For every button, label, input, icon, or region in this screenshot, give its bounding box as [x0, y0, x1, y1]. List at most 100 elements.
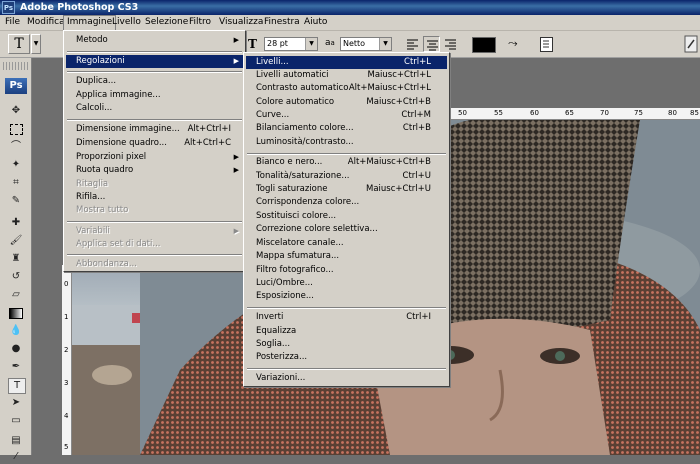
menu-file[interactable]: File: [2, 15, 23, 30]
eraser-tool-icon[interactable]: ▱: [8, 288, 24, 302]
text-tool-preset-button[interactable]: T: [8, 34, 30, 54]
blur-tool-icon[interactable]: 💧: [8, 324, 24, 338]
menu-item-luminosita-contrasto[interactable]: Luminosità/contrasto...: [246, 136, 447, 149]
chevron-down-icon[interactable]: ▼: [31, 34, 41, 54]
toolbox-logo[interactable]: Ps: [5, 78, 27, 94]
menu-item-mappa-sfumatura[interactable]: Mappa sfumatura...: [246, 250, 447, 263]
menu-aiuto[interactable]: Aiuto: [301, 15, 330, 30]
gradient-tool-icon[interactable]: [8, 306, 24, 320]
menu-item-colore-automatico[interactable]: Colore automatico Maiusc+Ctrl+B: [246, 96, 447, 109]
menu-item-duplica[interactable]: Duplica...: [66, 75, 243, 88]
menu-item-filtro-fotografico[interactable]: Filtro fotografico...: [246, 264, 447, 277]
slice-tool-icon[interactable]: ✎: [8, 194, 24, 208]
menu-item-label: Bilanciamento colore...: [256, 123, 354, 133]
menu-item-dimensione-quadro[interactable]: Dimensione quadro... Alt+Ctrl+C: [66, 137, 243, 150]
menu-item-shortcut: Ctrl+L: [404, 57, 431, 67]
path-selection-tool-icon[interactable]: ➤: [8, 396, 24, 410]
menu-item-regolazioni[interactable]: Regolazioni ▶: [66, 55, 243, 68]
window-title: Adobe Photoshop CS3: [20, 2, 139, 13]
menu-item-togli-saturazione[interactable]: Togli saturazione Maiusc+Ctrl+U: [246, 183, 447, 196]
type-tool-icon[interactable]: T: [8, 378, 26, 394]
move-tool-icon[interactable]: ✥: [8, 104, 24, 118]
eyedropper-tool-icon[interactable]: ⁄: [8, 450, 24, 464]
menu-item-applica-immagine[interactable]: Applica immagine...: [66, 89, 243, 102]
menu-item-tonalita-saturazione[interactable]: Tonalità/saturazione... Ctrl+U: [246, 170, 447, 183]
menu-item-label: Rifila...: [76, 192, 106, 202]
menu-item-inverti[interactable]: Inverti Ctrl+I: [246, 311, 447, 324]
text-color-swatch[interactable]: [472, 37, 496, 53]
ruler-tick: 2: [64, 346, 69, 354]
menu-item-curve[interactable]: Curve... Ctrl+M: [246, 109, 447, 122]
menu-item-corrispondenza-colore[interactable]: Corrispondenza colore...: [246, 196, 447, 209]
menu-item-shortcut: Maiusc+Ctrl+L: [367, 70, 432, 80]
horizontal-ruler: 50 55 60 65 70 75 80 85: [450, 108, 700, 120]
healing-brush-tool-icon[interactable]: ✚: [8, 216, 24, 230]
anti-alias-select[interactable]: Netto ▼: [340, 37, 392, 51]
menu-separator: [67, 254, 242, 256]
menu-item-esposizione[interactable]: Esposizione...: [246, 290, 447, 303]
chevron-down-icon[interactable]: ▼: [379, 38, 391, 50]
shape-tool-icon[interactable]: ▭: [8, 414, 24, 428]
menu-item-luci-ombre[interactable]: Luci/Ombre...: [246, 277, 447, 290]
menu-livello[interactable]: Livello: [109, 15, 144, 30]
history-brush-tool-icon[interactable]: ↺: [8, 270, 24, 284]
menu-item-soglia[interactable]: Soglia...: [246, 338, 447, 351]
crop-tool-icon[interactable]: ⌗: [8, 176, 24, 190]
chevron-down-icon[interactable]: ▼: [305, 38, 317, 50]
menu-item-contrasto-automatico[interactable]: Contrasto automatico Alt+Maiusc+Ctrl+L: [246, 82, 447, 95]
clone-stamp-tool-icon[interactable]: ♜: [8, 252, 24, 266]
title-bar: Ps Adobe Photoshop CS3: [0, 0, 700, 15]
menu-item-label: Livelli...: [256, 57, 289, 67]
menu-item-shortcut: Ctrl+U: [402, 171, 431, 181]
menu-item-bianco-e-nero[interactable]: Bianco e nero... Alt+Maiusc+Ctrl+B: [246, 156, 447, 169]
menu-item-sostituisci-colore[interactable]: Sostituisci colore...: [246, 210, 447, 223]
menu-item-label: Miscelatore canale...: [256, 238, 344, 248]
menu-item-posterizza[interactable]: Posterizza...: [246, 351, 447, 364]
menu-item-proporzioni-pixel[interactable]: Proporzioni pixel ▶: [66, 151, 243, 164]
menu-item-shortcut: Ctrl+I: [406, 312, 431, 322]
menu-filtro[interactable]: Filtro: [186, 15, 214, 30]
menu-item-rifila[interactable]: Rifila...: [66, 191, 243, 204]
font-size-field[interactable]: 28 pt ▼: [264, 37, 318, 51]
brush-tool-icon[interactable]: 🖌: [8, 234, 24, 248]
menu-item-metodo[interactable]: Metodo ▶: [66, 34, 243, 47]
menu-item-livelli[interactable]: Livelli... Ctrl+L: [246, 56, 447, 69]
menu-item-miscelatore-canale[interactable]: Miscelatore canale...: [246, 237, 447, 250]
magic-wand-tool-icon[interactable]: ✦: [8, 158, 24, 172]
align-center-icon[interactable]: [423, 36, 440, 52]
brush-panel-icon[interactable]: [684, 35, 698, 53]
menu-item-calcoli[interactable]: Calcoli...: [66, 102, 243, 115]
align-left-icon[interactable]: [407, 38, 419, 50]
menu-item-label: Corrispondenza colore...: [256, 197, 360, 207]
menu-item-label: Filtro fotografico...: [256, 265, 334, 275]
align-right-icon[interactable]: [445, 38, 457, 50]
menu-modifica[interactable]: Modifica: [24, 15, 68, 30]
ruler-tick: 50: [458, 109, 467, 117]
menu-item-correzione-colore-selettiva[interactable]: Correzione colore selettiva...: [246, 223, 447, 236]
menu-item-variazioni[interactable]: Variazioni...: [246, 372, 447, 385]
dodge-tool-icon[interactable]: ●: [8, 342, 24, 356]
menu-item-equalizza[interactable]: Equalizza: [246, 325, 447, 338]
menu-item-label: Contrasto automatico: [256, 83, 349, 93]
palettes-toggle-icon[interactable]: [540, 37, 553, 52]
toolbox-grip[interactable]: [3, 62, 29, 70]
menu-item-bilanciamento-colore[interactable]: Bilanciamento colore... Ctrl+B: [246, 122, 447, 135]
menu-item-label: Variazioni...: [256, 373, 306, 383]
marquee-tool-icon[interactable]: [8, 122, 24, 136]
lasso-tool-icon[interactable]: ⌒: [8, 140, 24, 154]
menu-item-dimensione-immagine[interactable]: Dimensione immagine... Alt+Ctrl+I: [66, 123, 243, 136]
warp-text-icon[interactable]: ⤳: [508, 36, 518, 51]
menu-finestra[interactable]: Finestra: [261, 15, 303, 30]
menu-item-label: Metodo: [76, 35, 108, 45]
menu-visualizza[interactable]: Visualizza: [216, 15, 266, 30]
menu-selezione[interactable]: Selezione: [142, 15, 191, 30]
menu-separator: [67, 51, 242, 53]
menu-item-ruota-quadro[interactable]: Ruota quadro ▶: [66, 164, 243, 177]
pen-tool-icon[interactable]: ✒: [8, 360, 24, 374]
ruler-tick: 85: [690, 109, 699, 117]
notes-tool-icon[interactable]: ▤: [8, 434, 24, 448]
ruler-tick: 80: [668, 109, 677, 117]
anti-alias-icon: aa: [325, 38, 335, 48]
font-size-value: 28 pt: [267, 39, 288, 48]
menu-item-livelli-automatici[interactable]: Livelli automatici Maiusc+Ctrl+L: [246, 69, 447, 82]
